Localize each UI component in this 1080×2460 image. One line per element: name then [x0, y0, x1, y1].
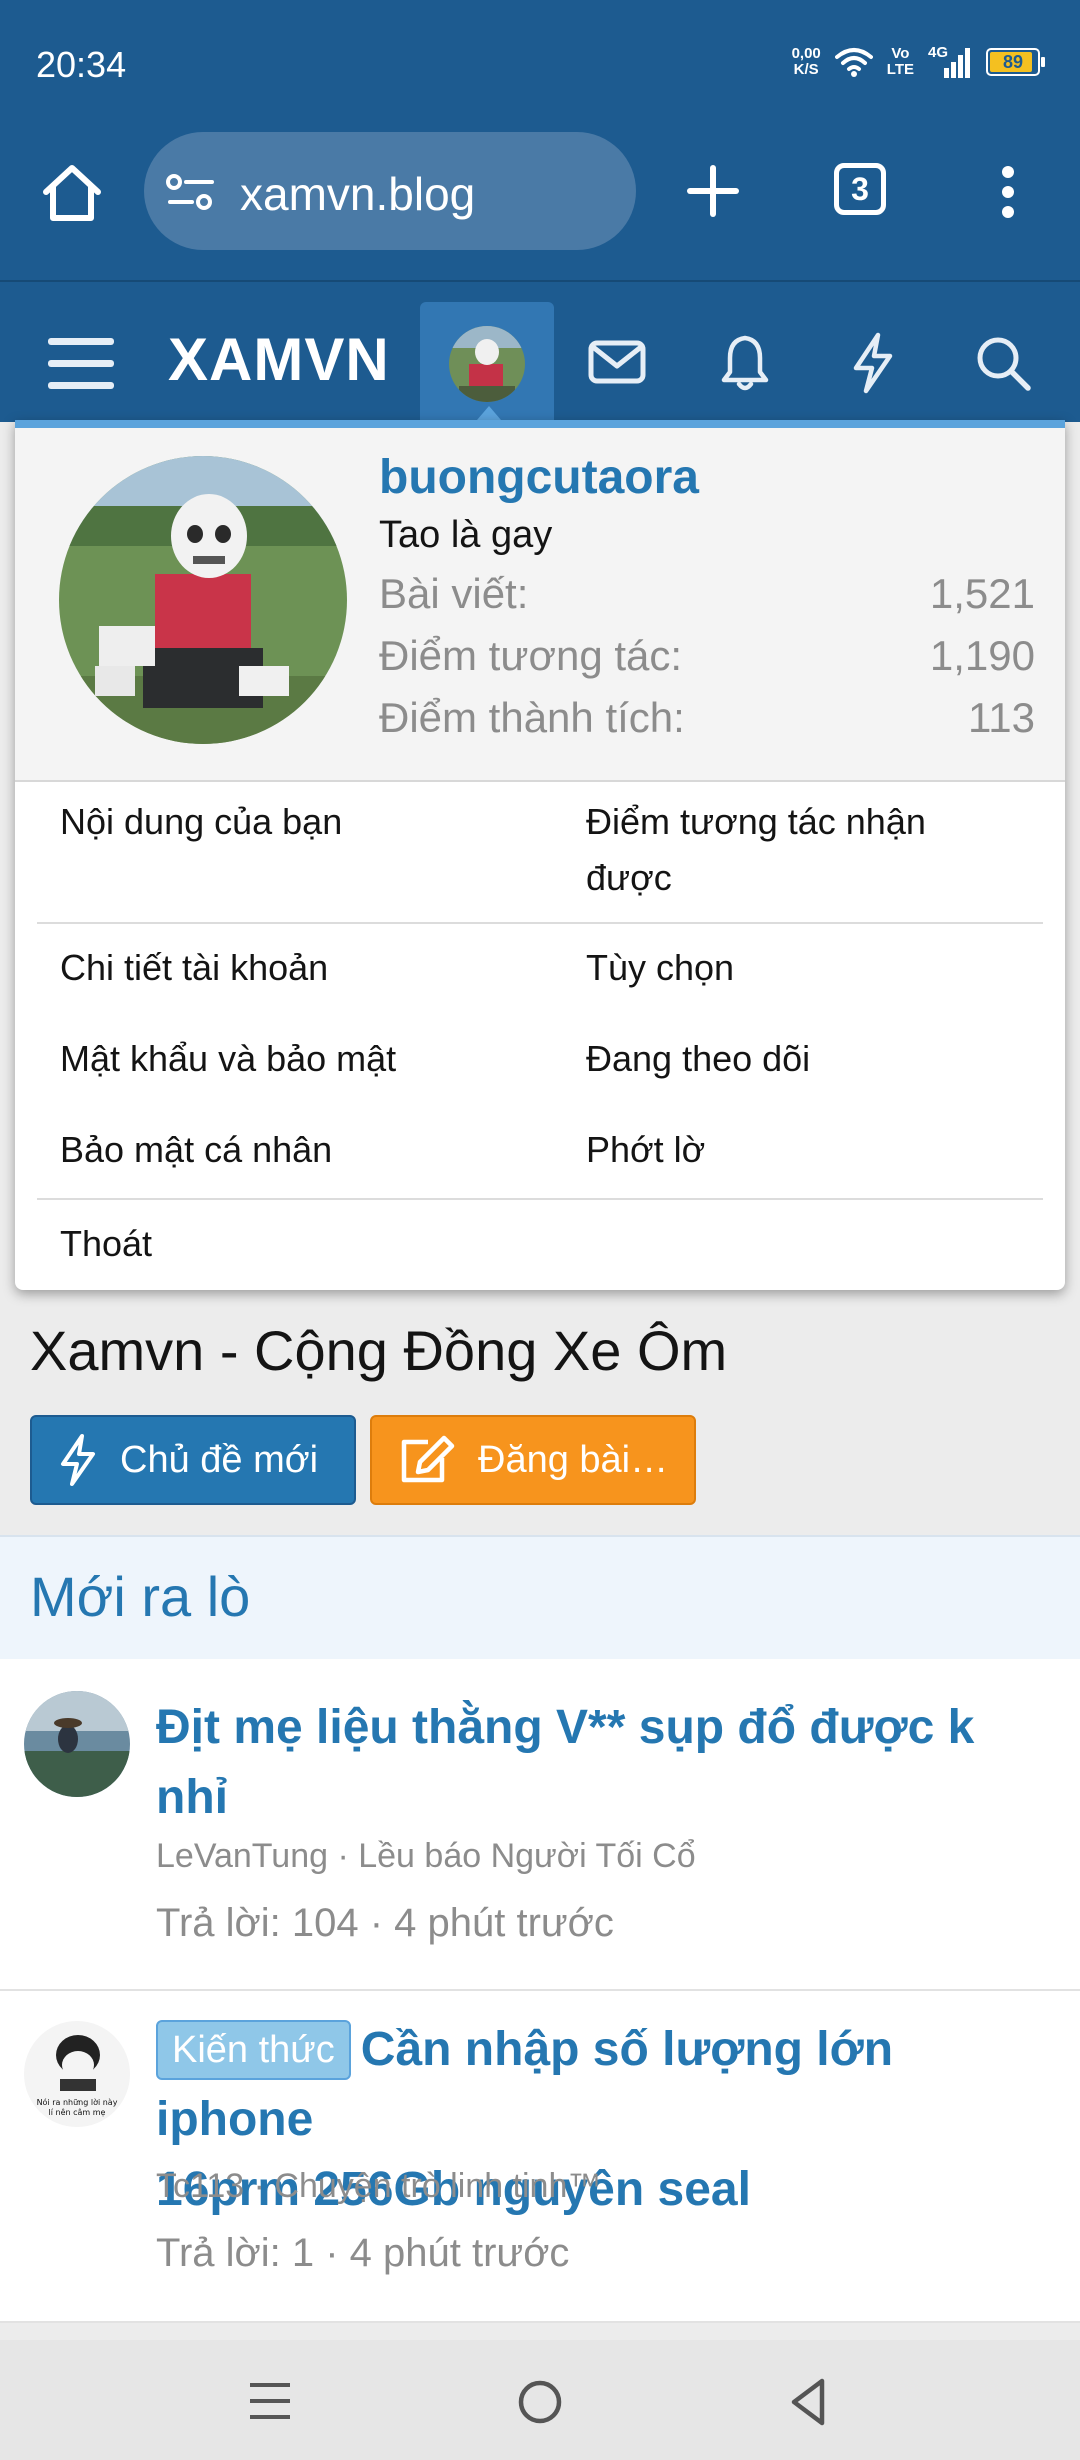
lightning-icon: [61, 1434, 95, 1486]
thread-prefix-badge[interactable]: Kiến thức: [156, 2020, 351, 2080]
wifi-icon: [834, 48, 873, 77]
post-thread-button[interactable]: Đăng bài…: [370, 1415, 696, 1505]
bell-icon[interactable]: [720, 334, 770, 392]
status-icons: 0,00 K/S Vo LTE 4G 89: [792, 42, 1045, 82]
battery-icon: 89: [986, 48, 1045, 76]
menu-password-security[interactable]: Mật khẩu và bảo mật: [60, 1031, 396, 1087]
avatar-caption-1: Nói ra những lời này: [37, 2097, 118, 2107]
stat-value: 113: [968, 694, 1035, 741]
stat-row-trophies: Điểm thành tích: 113: [379, 694, 1035, 742]
edit-icon: [401, 1435, 455, 1483]
hamburger-menu-icon[interactable]: [46, 336, 116, 392]
avatar-caption-2: lí nên câm mẹ: [49, 2107, 106, 2117]
thread-stats: Trả lời: 1 · 4 phút trước: [156, 2231, 570, 2275]
page-title: Xamvn - Cộng Đồng Xe Ôm: [30, 1319, 728, 1382]
net-speed-unit: K/S: [793, 61, 819, 78]
thread-title[interactable]: Địt mẹ liệu thằng V** sụp đổ được k nhỉ: [156, 1693, 1056, 1833]
menu-privacy[interactable]: Bảo mật cá nhân: [60, 1122, 332, 1178]
url-text[interactable]: xamvn.blog: [240, 167, 475, 221]
menu-reactions-received[interactable]: Điểm tương tác nhận được: [586, 794, 926, 906]
menu-divider: [37, 1198, 1043, 1200]
thread-title-line2[interactable]: nhỉ: [156, 1763, 1056, 1833]
lightning-icon[interactable]: [850, 332, 896, 394]
recents-icon[interactable]: [248, 2380, 292, 2422]
account-dropdown: buongcutaora Tao là gay Bài viết: 1,521 …: [15, 420, 1065, 1290]
menu-ignoring[interactable]: Phớt lờ: [586, 1122, 705, 1178]
volte-bottom: LTE: [886, 61, 914, 78]
battery-level: 89: [1002, 51, 1024, 72]
signal-icon: 4G: [928, 44, 972, 80]
thread-author-avatar[interactable]: Nói ra những lời này lí nên câm mẹ: [24, 2021, 130, 2127]
more-menu-icon[interactable]: [996, 164, 1020, 220]
user-avatar-small[interactable]: [449, 326, 525, 402]
menu-reactions-received-line1: Điểm tương tác nhận: [586, 801, 926, 842]
site-settings-icon[interactable]: [166, 172, 216, 212]
thread-author-avatar[interactable]: [24, 1691, 130, 1797]
menu-following[interactable]: Đang theo dõi: [586, 1031, 810, 1087]
menu-reactions-received-line2: được: [586, 857, 672, 898]
stat-label: Điểm thành tích:: [379, 694, 685, 741]
stat-value: 1,521: [929, 570, 1035, 617]
new-thread-button[interactable]: Chủ đề mới: [30, 1415, 356, 1505]
tabs-icon[interactable]: 3: [834, 163, 886, 215]
menu-your-content[interactable]: Nội dung của bạn: [60, 794, 342, 850]
search-icon[interactable]: [974, 334, 1032, 392]
post-thread-label: Đăng bài…: [478, 1438, 669, 1481]
net-speed-value: 0,00: [791, 45, 821, 62]
thread-item[interactable]: Địt mẹ liệu thằng V** sụp đổ được k nhỉ …: [0, 1659, 1080, 1991]
account-username[interactable]: buongcutaora: [379, 450, 699, 505]
stat-label: Bài viết:: [379, 570, 529, 617]
net-speed: 0,00 K/S: [792, 46, 821, 78]
status-time: 20:34: [36, 44, 127, 85]
stat-label: Điểm tương tác:: [379, 632, 683, 679]
volte-top: Vo: [891, 45, 910, 62]
thread-item[interactable]: Nói ra những lời này lí nên câm mẹ Kiến …: [0, 1991, 1080, 2323]
mail-icon[interactable]: [588, 338, 646, 386]
home-icon[interactable]: [40, 162, 104, 224]
thread-stats: Trả lời: 104 · 4 phút trước: [156, 1901, 614, 1945]
dropdown-caret: [477, 406, 501, 420]
site-logo[interactable]: XAMVN: [168, 325, 390, 394]
volte-indicator: Vo LTE: [887, 46, 914, 78]
thread-meta[interactable]: Tc113 · Chuyện trò linh tinh™: [156, 2167, 601, 2206]
stat-row-posts: Bài viết: 1,521: [379, 570, 1035, 618]
account-user-title: Tao là gay: [379, 514, 553, 556]
home-circle-icon[interactable]: [516, 2378, 564, 2426]
thread-meta[interactable]: LeVanTung · Lều báo Người Tối Cổ: [156, 1837, 696, 1876]
menu-logout[interactable]: Thoát: [60, 1216, 152, 1272]
new-thread-label: Chủ đề mới: [120, 1438, 319, 1481]
menu-account-details[interactable]: Chi tiết tài khoản: [60, 940, 328, 996]
section-title[interactable]: Mới ra lò: [30, 1564, 250, 1629]
stat-value: 1,190: [929, 632, 1035, 679]
new-tab-icon[interactable]: [686, 164, 740, 218]
account-summary: buongcutaora Tao là gay Bài viết: 1,521 …: [15, 420, 1065, 782]
menu-preferences[interactable]: Tùy chọn: [586, 940, 734, 996]
stat-row-reactions: Điểm tương tác: 1,190: [379, 632, 1035, 680]
menu-divider: [37, 922, 1043, 924]
back-icon[interactable]: [786, 2376, 830, 2428]
thread-title-line1[interactable]: Địt mẹ liệu thằng V** sụp đổ được k: [156, 1693, 1056, 1763]
user-avatar-large[interactable]: [59, 456, 347, 744]
